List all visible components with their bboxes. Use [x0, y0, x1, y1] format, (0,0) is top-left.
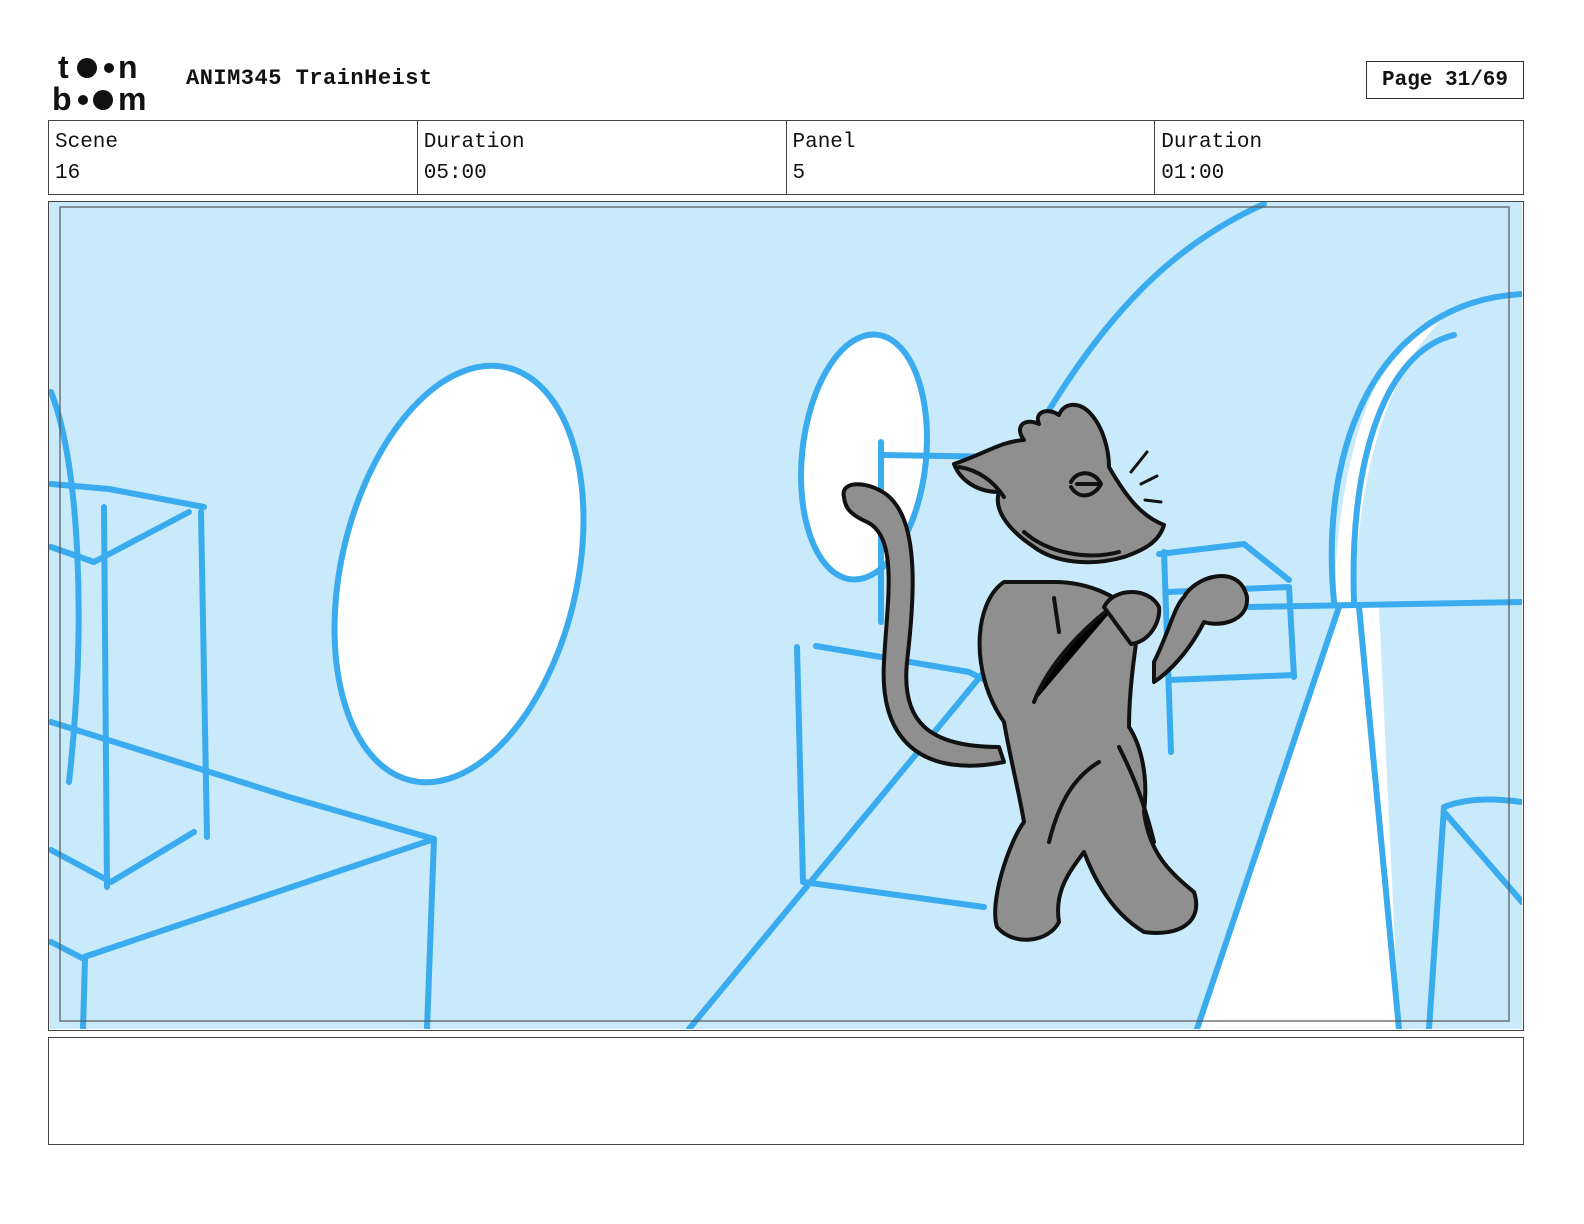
scene-info-row: Scene 16 Duration 05:00 Panel 5 Duration… [48, 120, 1524, 195]
panel-duration-cell: Duration 01:00 [1155, 121, 1523, 194]
scene-cell: Scene 16 [49, 121, 418, 194]
storyboard-panel [48, 201, 1524, 1031]
scene-label: Scene [55, 131, 119, 154]
scene-duration-cell: Duration 05:00 [418, 121, 787, 194]
panel-cell: Panel 5 [787, 121, 1156, 194]
panel-notes-box [48, 1037, 1524, 1145]
svg-text:t: t [58, 50, 69, 85]
page-indicator: Page 31/69 [1366, 61, 1524, 99]
panel-duration-label: Duration [1161, 131, 1263, 154]
scene-duration-value: 05:00 [423, 162, 487, 185]
toon-boom-logo: t n b m [50, 50, 166, 114]
project-title: ANIM345 TrainHeist [186, 66, 433, 91]
svg-text:m: m [118, 81, 146, 114]
svg-text:n: n [118, 50, 138, 85]
panel-label: Panel [792, 131, 856, 154]
svg-text:b: b [52, 81, 72, 114]
scene-duration-label: Duration [423, 131, 525, 154]
panel-value: 5 [792, 162, 806, 185]
panel-duration-value: 01:00 [1161, 162, 1225, 185]
panel-sketch [49, 202, 1522, 1029]
scene-value: 16 [55, 162, 81, 185]
